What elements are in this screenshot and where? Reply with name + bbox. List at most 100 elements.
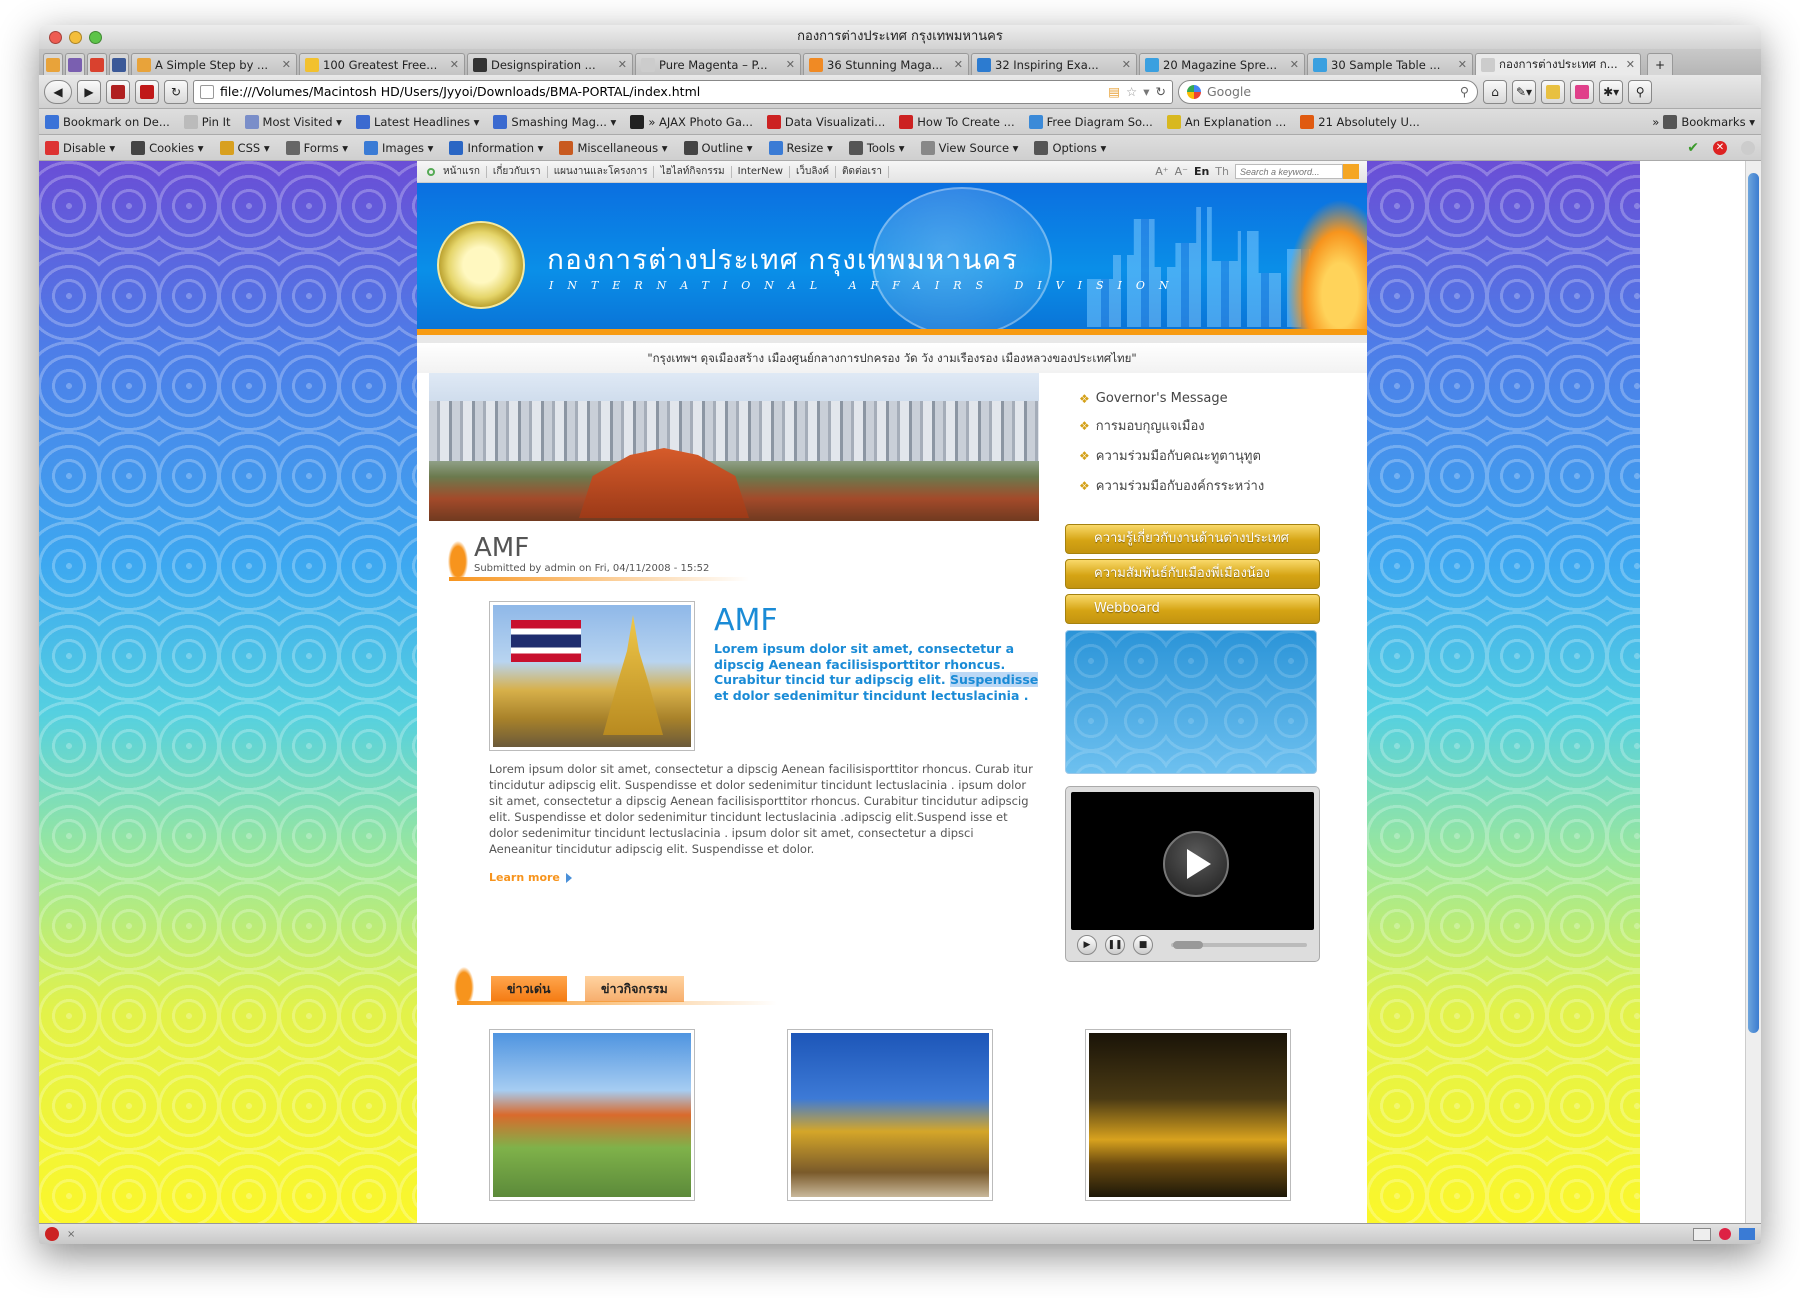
news-thumb-night-palace[interactable] xyxy=(1085,1029,1291,1201)
top-menu-link[interactable]: แผนงานและโครงการ xyxy=(548,165,655,178)
top-menu-link[interactable]: หน้าแรก xyxy=(437,165,487,178)
font-increase[interactable]: A⁺ xyxy=(1155,165,1168,178)
folder-button[interactable] xyxy=(1541,79,1566,104)
lang-en[interactable]: En xyxy=(1194,165,1209,178)
bookmark-item[interactable]: Most Visited ▾ xyxy=(244,114,342,129)
tab-activity-news[interactable]: ข่าวกิจกรรม xyxy=(585,976,684,1002)
close-tab-icon[interactable]: ✕ xyxy=(1458,58,1467,71)
bookmark-item[interactable]: Pin It xyxy=(183,114,231,129)
play-overlay-icon[interactable] xyxy=(1163,831,1229,897)
minimize-window-button[interactable] xyxy=(69,31,82,44)
search-icon[interactable]: ⚲ xyxy=(1460,84,1469,99)
reload-icon[interactable]: ↻ xyxy=(1156,84,1166,99)
sp-icon[interactable] xyxy=(1739,1228,1755,1240)
font-decrease[interactable]: A⁻ xyxy=(1175,165,1188,178)
browser-tab[interactable]: A Simple Step by ... ✕ xyxy=(131,53,297,75)
browser-tab[interactable]: Designspiration ... ✕ xyxy=(467,53,633,75)
devtools-menu[interactable]: View Source ▾ xyxy=(920,140,1018,155)
gold-menu-button[interactable]: ความรู้เกี่ยวกับงานด้านต่างประเทศ xyxy=(1065,524,1320,554)
search-box[interactable]: ⚲ xyxy=(1178,79,1478,104)
addons-button[interactable]: ✱▾ xyxy=(1599,79,1624,104)
forward-button[interactable]: ▶ xyxy=(77,79,101,104)
scroll-thumb[interactable] xyxy=(1748,173,1759,1033)
news-thumb-grand-palace[interactable] xyxy=(787,1029,993,1201)
bookmark-item[interactable]: Smashing Mag... ▾ xyxy=(493,114,616,129)
zoom-button[interactable]: ⚲ xyxy=(1628,79,1653,104)
adblock-icon[interactable] xyxy=(45,1227,59,1241)
devtools-menu[interactable]: Options ▾ xyxy=(1034,140,1106,155)
address-bar[interactable]: ▤ ☆ ▾ ↻ xyxy=(193,79,1173,104)
learn-more-link[interactable]: Learn more xyxy=(489,871,1039,884)
browser-tab[interactable]: Pure Magenta – P... ✕ xyxy=(635,53,801,75)
pinned-tab-mail[interactable] xyxy=(65,53,85,75)
sidebar-link[interactable]: ❖ Governor's Message xyxy=(1079,391,1320,406)
dropdown-icon[interactable]: ▾ xyxy=(1143,84,1149,99)
stop-button[interactable]: ■ xyxy=(1133,935,1153,955)
browser-tab[interactable]: กองการต่างประเทศ ก... ✕ xyxy=(1475,53,1641,75)
close-tab-icon[interactable]: ✕ xyxy=(1122,58,1131,71)
video-screen[interactable] xyxy=(1071,792,1314,930)
vertical-scrollbar[interactable] xyxy=(1745,161,1761,1223)
readlater-button[interactable] xyxy=(106,79,130,104)
devtools-menu[interactable]: Images ▾ xyxy=(364,140,433,155)
top-menu-link[interactable]: ไฮไลท์กิจกรรม xyxy=(654,165,732,178)
pinned-tab-facebook[interactable] xyxy=(109,53,129,75)
devtools-menu[interactable]: Miscellaneous ▾ xyxy=(559,140,668,155)
browser-tab[interactable]: 20 Magazine Spre... ✕ xyxy=(1139,53,1305,75)
back-button[interactable]: ◀ xyxy=(44,79,72,104)
star-icon[interactable]: ☆ xyxy=(1126,84,1137,99)
browser-tab[interactable]: 32 Inspiring Exa... ✕ xyxy=(971,53,1137,75)
sidebar-link[interactable]: ❖ ความร่วมมือกับคณะทูตานุทูต xyxy=(1079,445,1320,466)
devtools-menu[interactable]: Forms ▾ xyxy=(285,140,348,155)
zoom-window-button[interactable] xyxy=(89,31,102,44)
browser-tab[interactable]: 36 Stunning Maga... ✕ xyxy=(803,53,969,75)
close-tab-icon[interactable]: ✕ xyxy=(1626,58,1635,71)
error-icon[interactable]: ✕ xyxy=(1713,140,1727,155)
gold-menu-button[interactable]: Webboard xyxy=(1065,594,1320,624)
top-menu-link[interactable]: เว็บลิงค์ xyxy=(790,165,837,178)
new-tab-button[interactable]: + xyxy=(1647,53,1673,75)
golden-mount-photo[interactable] xyxy=(489,601,695,751)
browser-tab[interactable]: 100 Greatest Free... ✕ xyxy=(299,53,465,75)
pinned-tab-gmail[interactable] xyxy=(87,53,107,75)
lang-th[interactable]: Th xyxy=(1215,165,1229,178)
pause-button[interactable]: ❚❚ xyxy=(1105,935,1125,955)
bookmark-item[interactable]: Latest Headlines ▾ xyxy=(355,114,479,129)
search-icon[interactable] xyxy=(1343,164,1359,179)
firebug-icon[interactable] xyxy=(1693,1227,1711,1241)
close-tab-icon[interactable]: ✕ xyxy=(954,58,963,71)
instapaper-button[interactable] xyxy=(135,79,159,104)
browser-tab[interactable]: 30 Sample Table ... ✕ xyxy=(1307,53,1473,75)
bookmark-item[interactable]: 21 Absolutely U... xyxy=(1300,114,1420,129)
gold-menu-button[interactable]: ความสัมพันธ์กับเมืองพี่เมืองน้อง xyxy=(1065,559,1320,589)
home-button[interactable]: ⌂ xyxy=(1483,79,1507,104)
search-input[interactable] xyxy=(1207,84,1454,99)
pin-icon[interactable] xyxy=(1719,1228,1731,1240)
tab-headline-news[interactable]: ข่าวเด่น xyxy=(491,976,567,1002)
play-button[interactable]: ▶ xyxy=(1077,935,1097,955)
bookmark-item[interactable]: » AJAX Photo Ga... xyxy=(630,114,753,129)
close-tab-icon[interactable]: ✕ xyxy=(282,58,291,71)
devtools-menu[interactable]: Information ▾ xyxy=(449,140,543,155)
bookmark-item[interactable]: Free Diagram So... xyxy=(1028,114,1153,129)
reload-button[interactable]: ↻ xyxy=(164,79,188,104)
devtools-menu[interactable]: CSS ▾ xyxy=(219,140,270,155)
top-menu-link[interactable]: InterNew xyxy=(732,165,790,178)
url-input[interactable] xyxy=(220,84,1103,99)
devtools-menu[interactable]: Cookies ▾ xyxy=(131,140,204,155)
bookmark-item[interactable]: An Explanation ... xyxy=(1166,114,1286,129)
top-menu-link[interactable]: ติดต่อเรา xyxy=(836,165,889,178)
bookmark-item[interactable]: Data Visualizati... xyxy=(766,114,885,129)
close-tab-icon[interactable]: ✕ xyxy=(450,58,459,71)
devtools-menu[interactable]: Outline ▾ xyxy=(683,140,753,155)
status-icon[interactable] xyxy=(1741,140,1755,155)
bookmark-item[interactable]: Bookmark on De... xyxy=(45,114,170,129)
check-icon[interactable]: ✔ xyxy=(1687,140,1699,156)
bookmarks-menu[interactable]: » Bookmarks ▾ xyxy=(1652,114,1755,129)
news-thumb-temple[interactable] xyxy=(489,1029,695,1201)
close-tab-icon[interactable]: ✕ xyxy=(786,58,795,71)
close-tab-icon[interactable]: ✕ xyxy=(618,58,627,71)
devtools-menu[interactable]: Resize ▾ xyxy=(768,140,833,155)
sidebar-link[interactable]: ❖ ความร่วมมือกับองค์กรระหว่าง xyxy=(1079,475,1320,496)
sidebar-link[interactable]: ❖ การมอบกุญแจเมือง xyxy=(1079,415,1320,436)
